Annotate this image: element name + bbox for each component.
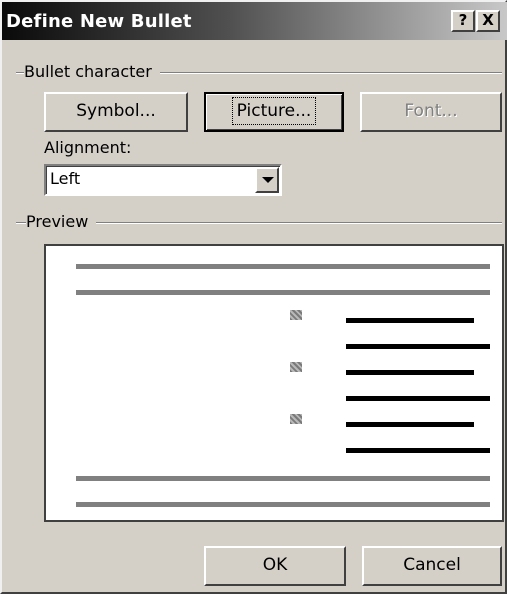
preview-list-line: [346, 318, 474, 323]
symbol-button-label: Symbol...: [76, 101, 156, 121]
preview-pane: [44, 244, 504, 522]
preview-list-line: [346, 422, 474, 427]
font-button[interactable]: Font...: [360, 92, 502, 132]
symbol-button[interactable]: Symbol...: [44, 92, 188, 132]
picture-button[interactable]: Picture...: [204, 92, 344, 132]
title-bar[interactable]: Define New Bullet ? X: [2, 2, 507, 40]
font-button-label: Font...: [404, 101, 458, 121]
preview-text-line: [76, 290, 490, 295]
preview-list-line: [346, 448, 490, 453]
ok-button-label: OK: [262, 555, 288, 575]
preview-list-line: [346, 396, 490, 401]
close-button[interactable]: X: [476, 10, 500, 32]
bullet-character-group-label: Bullet character: [24, 62, 160, 81]
preview-text-line: [76, 264, 490, 269]
alignment-select-value: Left: [50, 169, 81, 188]
preview-bullet: [290, 414, 302, 424]
cancel-button[interactable]: Cancel: [362, 546, 502, 586]
window-title: Define New Bullet: [6, 10, 192, 32]
preview-list-line: [346, 370, 474, 375]
cancel-button-label: Cancel: [403, 555, 461, 575]
define-new-bullet-dialog: Define New Bullet ? X Bullet character S…: [0, 0, 507, 594]
preview-text-line: [76, 476, 490, 481]
alignment-select[interactable]: Left: [44, 164, 282, 196]
alignment-label: Alignment:: [44, 138, 132, 157]
help-button[interactable]: ?: [451, 10, 475, 32]
chevron-down-icon[interactable]: [255, 167, 279, 193]
ok-button[interactable]: OK: [204, 546, 346, 586]
preview-bullet: [290, 310, 302, 320]
preview-bullet: [290, 362, 302, 372]
help-icon: ?: [458, 11, 468, 29]
preview-group-label: Preview: [26, 212, 97, 231]
preview-list-line: [346, 344, 490, 349]
picture-button-label: Picture...: [231, 97, 317, 125]
preview-text-line: [76, 502, 490, 507]
close-icon: X: [482, 11, 494, 29]
